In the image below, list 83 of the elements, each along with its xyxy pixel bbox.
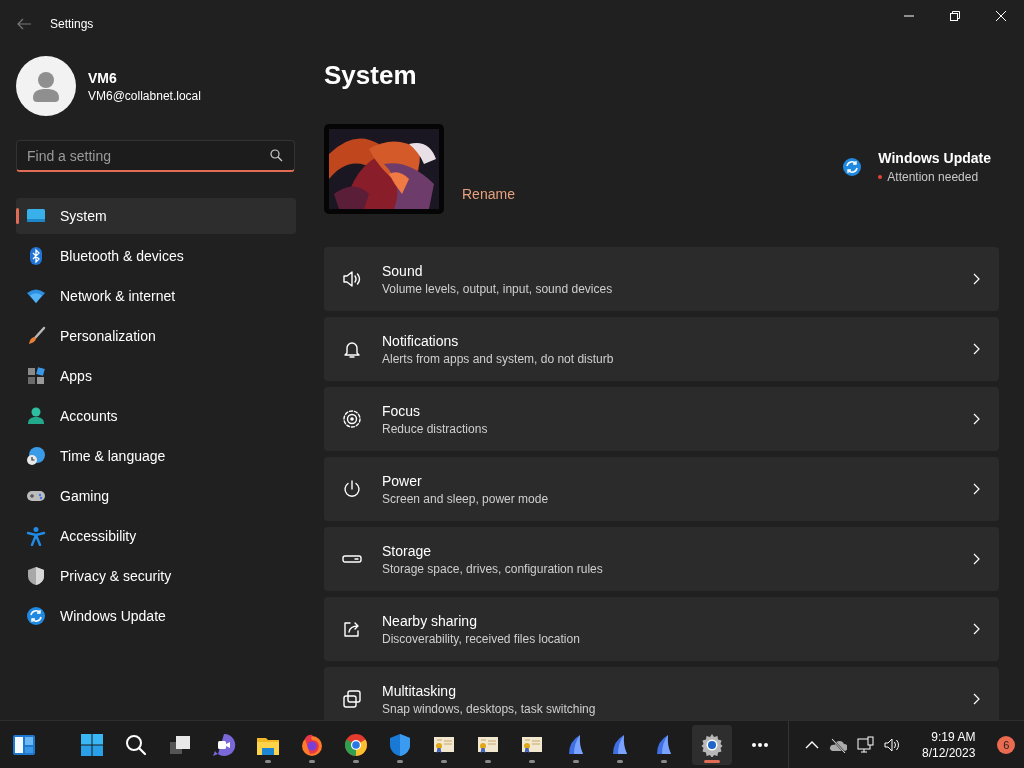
chevron-icon	[973, 483, 981, 495]
apps-icon	[26, 366, 46, 386]
sidebar-item[interactable]: System	[16, 198, 296, 234]
chrome-icon	[344, 732, 368, 757]
card-title: Power	[382, 472, 423, 489]
sidebar-item[interactable]: Time & language	[16, 438, 296, 474]
chevron-icon	[973, 693, 981, 705]
settings-card[interactable]: Multitasking Snap windows, desktops, task switching	[324, 667, 999, 720]
sidebar-item[interactable]: Network & internet	[16, 278, 296, 314]
search-icon	[124, 732, 148, 757]
settings-card[interactable]: Notifications Alerts from apps and system, do not disturb	[324, 317, 999, 381]
chevron-up-icon[interactable]	[805, 739, 819, 750]
power-icon	[342, 479, 362, 499]
chevron-icon	[973, 273, 981, 285]
chevron-icon	[973, 413, 981, 425]
taskbar-button[interactable]	[692, 724, 732, 765]
settings-card[interactable]: Nearby sharing Discoverability, received files location	[324, 597, 999, 661]
account-name: VM6	[88, 69, 118, 86]
update-status: Attention needed	[887, 170, 979, 184]
shield-icon	[388, 732, 412, 757]
sidebar-item[interactable]: Apps	[16, 358, 296, 394]
speaker-icon	[342, 269, 362, 289]
focus-icon	[342, 409, 362, 429]
video-chat-icon	[212, 732, 236, 757]
widgets-icon	[12, 732, 36, 757]
window-title: Settings	[50, 17, 94, 31]
cloud-off-icon[interactable]	[829, 736, 847, 753]
settings-card[interactable]: Power Screen and sleep, power mode	[324, 457, 999, 521]
search-icon	[270, 149, 283, 162]
sync-icon	[842, 157, 863, 177]
back-icon[interactable]	[16, 16, 32, 32]
close-icon[interactable]	[996, 11, 1006, 21]
notification-badge[interactable]: 6	[997, 735, 1016, 754]
rename-link[interactable]: Rename	[462, 186, 515, 202]
window-stack-icon	[342, 689, 362, 709]
shield-icon	[26, 566, 46, 586]
card-subtitle: Screen and sleep, power mode	[382, 491, 550, 506]
card-subtitle: Volume levels, output, input, sound devices	[382, 281, 614, 296]
card-title: Nearby sharing	[382, 612, 478, 629]
search-field[interactable]: Find a setting	[16, 140, 295, 172]
card-subtitle: Storage space, drives, configuration rules	[382, 561, 604, 576]
brush-icon	[26, 326, 46, 346]
sidebar-item[interactable]: Gaming	[16, 478, 296, 514]
sidebar-item[interactable]: Accounts	[16, 398, 296, 434]
settings-card[interactable]: Focus Reduce distractions	[324, 387, 999, 451]
person-icon	[26, 406, 46, 426]
card-title: Notifications	[382, 332, 460, 349]
sync-icon	[26, 606, 46, 626]
accessibility-icon	[26, 526, 46, 546]
chevron-icon	[973, 623, 981, 635]
card-title: Multitasking	[382, 682, 457, 699]
alert-dot	[878, 175, 883, 179]
settings-card[interactable]: Sound Volume levels, output, input, sound devices	[324, 247, 999, 311]
bell-icon	[342, 339, 362, 359]
page-title: System	[324, 60, 418, 91]
card-title: Focus	[382, 402, 422, 419]
sidebar-item[interactable]: Personalization	[16, 318, 296, 354]
card-title: Sound	[382, 262, 424, 279]
card-subtitle: Alerts from apps and system, do not disturb	[382, 351, 615, 366]
sidebar-item[interactable]: Bluetooth & devices	[16, 238, 296, 274]
share-icon	[342, 619, 362, 639]
start-icon	[80, 732, 104, 757]
card-subtitle: Reduce distractions	[382, 421, 489, 436]
chevron-icon	[973, 553, 981, 565]
sidebar-item[interactable]: Accessibility	[16, 518, 296, 554]
restore-icon[interactable]	[950, 11, 960, 21]
network-icon[interactable]	[857, 736, 874, 753]
more-icon	[752, 742, 768, 747]
avatar	[16, 56, 76, 116]
sidebar-item[interactable]: Windows Update	[16, 598, 296, 634]
card-subtitle: Snap windows, desktops, task switching	[382, 701, 597, 716]
gear-icon	[700, 732, 724, 757]
account-email: VM6@collabnet.local	[88, 88, 201, 103]
chevron-icon	[973, 343, 981, 355]
fox-browser-icon	[300, 732, 324, 757]
speaker-icon[interactable]	[884, 736, 900, 753]
sidebar-item[interactable]: Privacy & security	[16, 558, 296, 594]
card-subtitle: Discoverability, received files location	[382, 631, 581, 646]
card-title: Storage	[382, 542, 433, 559]
settings-card[interactable]: Storage Storage space, drives, configuration rules	[324, 527, 999, 591]
globe-clock-icon	[26, 446, 46, 466]
update-title: Windows Update	[878, 150, 991, 166]
clock[interactable]: 9:19 AM 8/12/2023	[918, 726, 980, 763]
